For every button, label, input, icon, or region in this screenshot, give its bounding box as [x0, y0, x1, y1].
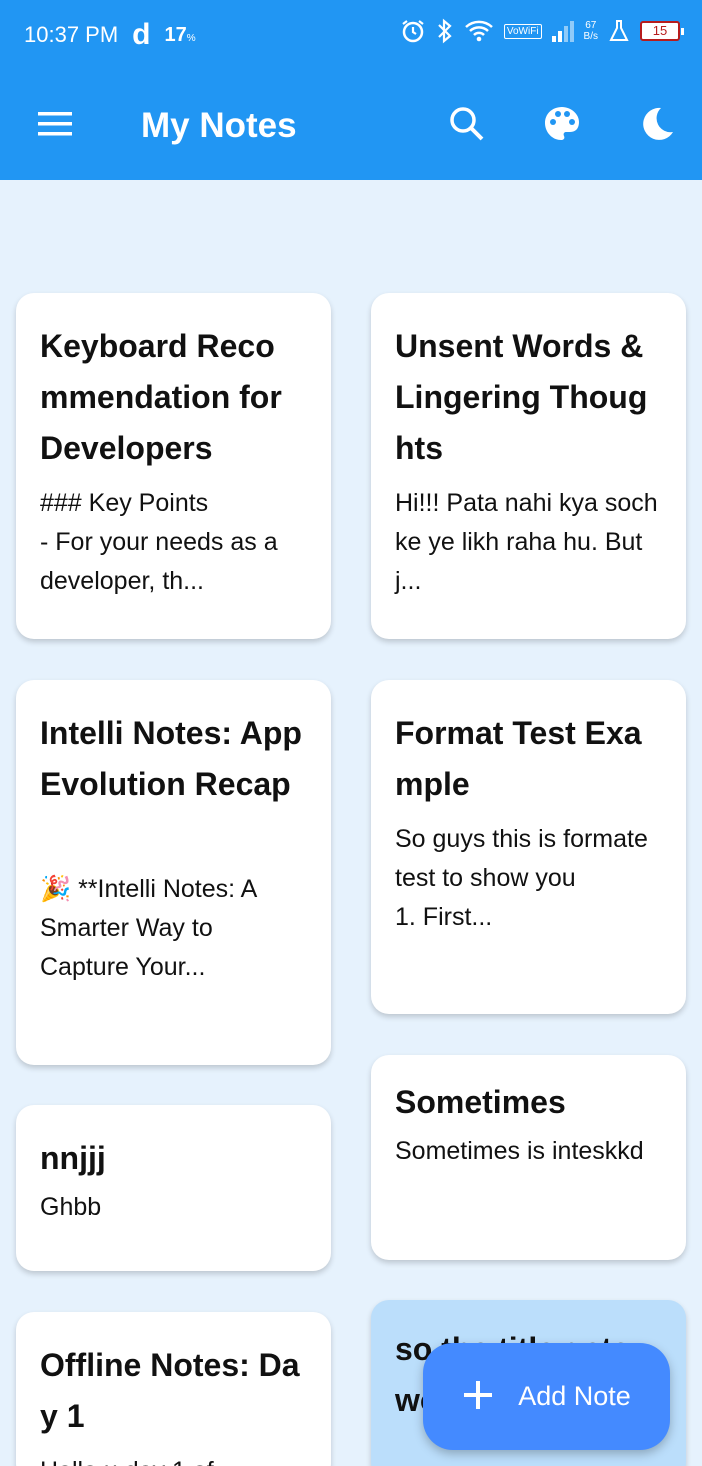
bluetooth-icon: [436, 18, 454, 44]
add-note-button[interactable]: Add Note: [423, 1343, 670, 1450]
note-card[interactable]: Intelli Notes: App Evolution Recap 🎉 **I…: [16, 680, 331, 1065]
note-card[interactable]: Sometimes Sometimes is inteskkd: [371, 1055, 686, 1260]
note-card[interactable]: nnjjj Ghbb: [16, 1105, 331, 1271]
page-title: My Notes: [141, 106, 297, 145]
note-title: Keyboard Reco mmendation for Developers: [40, 328, 282, 466]
network-speed: 67 B/s: [583, 20, 598, 42]
note-title: Unsent Words & Lingering Thoughts: [395, 328, 648, 466]
note-preview: Ghbb: [40, 1193, 102, 1221]
note-preview: 🎉 **Intelli Notes: A Smarter Way to Capt…: [40, 875, 256, 981]
status-bar: 10:37 PM d 17% VoWiFi 67 B/s 15: [0, 0, 702, 72]
note-preview: So guys this is formate test to show you…: [395, 825, 648, 931]
note-card[interactable]: Unsent Words & Lingering Thoughts Hi!!! …: [371, 293, 686, 639]
note-title: Format Test Example: [395, 715, 642, 802]
note-title: Intelli Notes: App Evolution Recap: [40, 715, 302, 802]
note-card[interactable]: Offline Notes: Day 1 Hello u day 1 of: [16, 1312, 331, 1466]
note-title: nnjjj: [40, 1140, 106, 1176]
flask-icon: [608, 19, 630, 43]
note-card[interactable]: Keyboard Reco mmendation for Developers …: [16, 293, 331, 639]
note-title: Sometimes: [395, 1084, 566, 1120]
search-icon[interactable]: [445, 102, 489, 146]
clock: 10:37 PM: [24, 22, 119, 47]
note-preview: Sometimes is inteskkd: [395, 1137, 644, 1165]
app-bar: My Notes: [0, 72, 702, 180]
note-title: Offline Notes: Day 1: [40, 1347, 300, 1434]
plus-icon: [462, 1375, 494, 1419]
battery-icon: 15: [640, 21, 684, 41]
note-preview: Hello u day 1 of: [40, 1452, 307, 1466]
note-preview: Hi!!! Pata nahi kya soch ke ye likh raha…: [395, 489, 658, 595]
signal-icon: [551, 20, 574, 42]
app-notification-icon: d: [132, 18, 151, 51]
add-note-label: Add Note: [518, 1381, 631, 1411]
note-preview: ### Key Points - For your needs as a dev…: [40, 489, 278, 595]
menu-icon[interactable]: [33, 102, 77, 146]
vowifi-badge: VoWiFi: [503, 23, 542, 39]
temperature: 17%: [164, 23, 196, 46]
dark-mode-icon[interactable]: [634, 102, 678, 146]
wifi-icon: [464, 19, 494, 43]
alarm-icon: [400, 18, 426, 44]
note-card[interactable]: Format Test Example So guys this is form…: [371, 680, 686, 1014]
palette-icon[interactable]: [540, 102, 584, 146]
